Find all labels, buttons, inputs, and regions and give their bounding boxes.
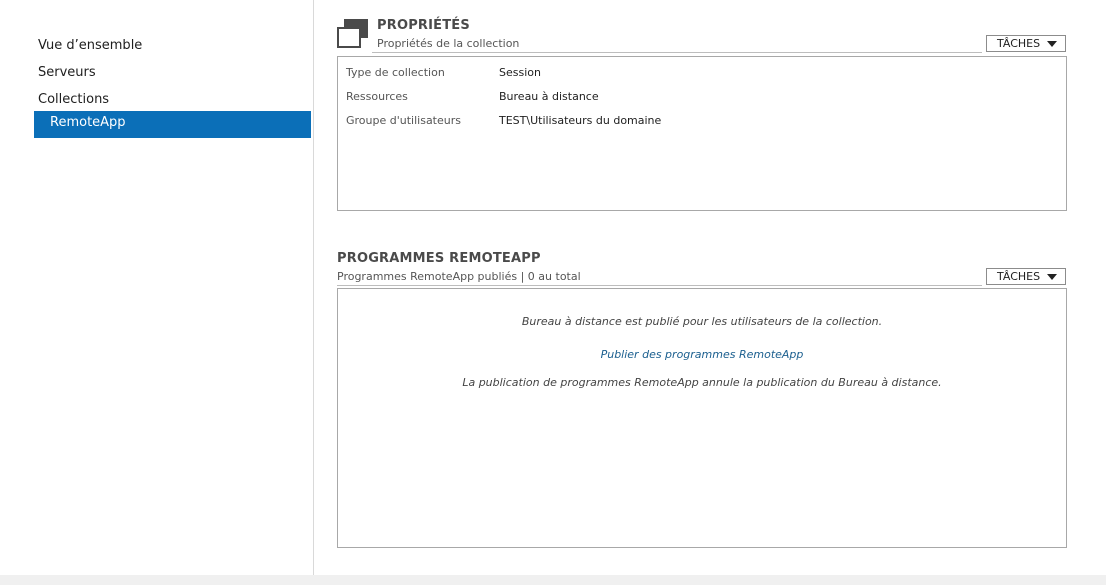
- prop-value: Bureau à distance: [499, 90, 599, 103]
- nav-item-remoteapp-selected[interactable]: RemoteApp: [34, 111, 311, 138]
- properties-panel: Type de collection Session Ressources Bu…: [337, 56, 1067, 211]
- remoteapp-message-warning: La publication de programmes RemoteApp a…: [462, 376, 942, 389]
- remoteapp-tasks-label: TÂCHES: [997, 270, 1041, 283]
- prop-key: Type de collection: [346, 66, 445, 79]
- properties-tasks-button[interactable]: TÂCHES: [986, 35, 1066, 52]
- nav-item-vue-ensemble[interactable]: Vue d’ensemble: [38, 37, 142, 55]
- prop-value: TEST\Utilisateurs du domaine: [499, 114, 662, 127]
- prop-key: Ressources: [346, 90, 408, 103]
- properties-title: PROPRIÉTÉS: [377, 18, 470, 33]
- nav-item-serveurs[interactable]: Serveurs: [38, 64, 96, 82]
- nav-item-collections[interactable]: Collections: [38, 91, 109, 109]
- remoteapp-separator: [337, 285, 982, 286]
- remoteapp-panel: Bureau à distance est publié pour les ut…: [337, 288, 1067, 548]
- properties-tasks-label: TÂCHES: [997, 37, 1041, 50]
- remoteapp-message-published: Bureau à distance est publié pour les ut…: [521, 315, 883, 328]
- sidebar: Vue d’ensemble Serveurs Collections Remo…: [0, 0, 314, 575]
- properties-subtitle: Propriétés de la collection: [377, 37, 520, 50]
- remoteapp-tasks-button[interactable]: TÂCHES: [986, 268, 1066, 285]
- chevron-down-icon: [1047, 274, 1057, 280]
- publish-remoteapp-link[interactable]: Publier des programmes RemoteApp: [338, 348, 1066, 361]
- remoteapp-subtitle: Programmes RemoteApp publiés | 0 au tota…: [337, 270, 581, 283]
- prop-key: Groupe d'utilisateurs: [346, 114, 461, 127]
- remoteapp-title: PROGRAMMES REMOTEAPP: [337, 251, 541, 266]
- bottom-strip: [0, 575, 1106, 585]
- properties-separator: [372, 52, 982, 53]
- properties-icon: [337, 19, 369, 48]
- prop-value: Session: [499, 66, 541, 79]
- chevron-down-icon: [1047, 41, 1057, 47]
- nav-item-remoteapp-label: RemoteApp: [50, 115, 126, 130]
